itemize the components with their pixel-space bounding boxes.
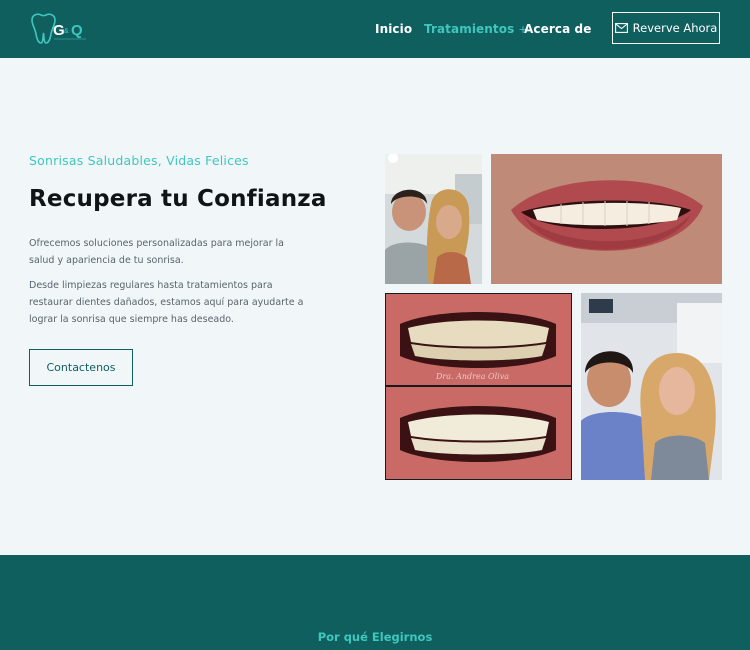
hero-paragraph-2: Desde limpiezas regulares hasta tratamie… (29, 280, 304, 325)
reserve-button-label: Reverve Ahora (632, 21, 718, 35)
envelope-icon (614, 23, 628, 33)
svg-text:G: G (53, 22, 65, 39)
photo-teeth-before-after: Dra. Andrea Oliva (385, 293, 572, 480)
why-choose-us-title: Por qué Elegirnos (317, 630, 433, 644)
svg-text:&: & (64, 28, 69, 35)
tooth-logo-icon: G & Q (31, 13, 86, 44)
contact-button[interactable]: Contactenos (29, 349, 133, 386)
nav-tratamientos[interactable]: Tratamientos + (424, 22, 528, 36)
site-header: G & Q Inicio Tratamientos + Acerca de Rev… (0, 0, 750, 58)
logo[interactable]: G & Q (28, 12, 90, 46)
hero-headline: Recupera tu Confianza (29, 186, 327, 212)
nav-inicio[interactable]: Inicio (375, 22, 412, 36)
photo-signature: Dra. Andrea Oliva (436, 372, 509, 381)
hero-tagline: Sonrisas Saludables, Vidas Felices (29, 153, 249, 168)
photo-smile-closeup (491, 154, 722, 284)
reserve-button[interactable]: Reverve Ahora (612, 12, 720, 44)
nav-acerca-de[interactable]: Acerca de (524, 22, 591, 36)
hero-paragraph-1: Ofrecemos soluciones personalizadas para… (29, 238, 284, 266)
nav-tratamientos-label: Tratamientos (424, 22, 515, 36)
svg-text:Q: Q (71, 22, 83, 39)
photo-dentist-patient-selfie (385, 154, 482, 284)
photo-dentist-patient-clinic (581, 293, 722, 480)
